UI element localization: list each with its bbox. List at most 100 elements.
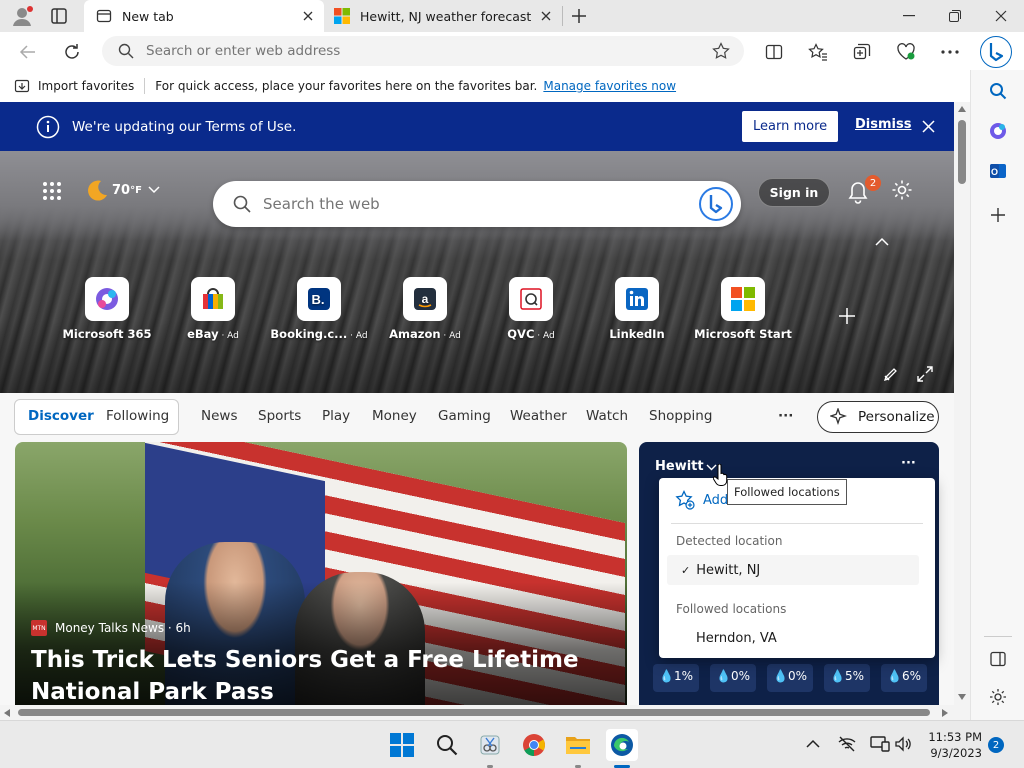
expand-icon[interactable]: [917, 366, 933, 382]
sidebar-copilot-apps-icon[interactable]: [985, 118, 1011, 144]
ebay-bag-icon: [191, 277, 235, 321]
tab-discover[interactable]: Discover: [28, 408, 94, 424]
manage-favorites-link[interactable]: Manage favorites now: [543, 79, 676, 93]
favorite-star-icon[interactable]: [712, 42, 730, 60]
profile-icon[interactable]: [10, 5, 34, 27]
refresh-icon[interactable]: [60, 40, 84, 64]
sign-in-button[interactable]: Sign in: [758, 178, 830, 207]
raindrop-icon: 💧: [716, 669, 731, 683]
customize-background-icon[interactable]: [883, 366, 899, 382]
close-window-icon[interactable]: [978, 0, 1024, 32]
collapse-chevron-up-icon[interactable]: [875, 237, 889, 246]
title-bar: New tab Hewitt, NJ weather forecast | Mi…: [0, 0, 1024, 32]
detected-location-item[interactable]: ✓ Hewitt, NJ: [667, 555, 919, 585]
tab-weather[interactable]: Hewitt, NJ weather forecast | Mic: [324, 0, 562, 32]
copilot-icon[interactable]: [980, 36, 1012, 68]
quick-link-microsoft-start[interactable]: Microsoft Start: [691, 277, 795, 341]
tab-news[interactable]: News: [201, 408, 237, 424]
tab-following[interactable]: Following: [106, 408, 169, 424]
weather-unit: °F: [130, 184, 142, 196]
new-tab-plus-icon[interactable]: [570, 7, 588, 25]
web-search-box[interactable]: [213, 181, 741, 227]
tab-shopping[interactable]: Shopping: [649, 408, 712, 424]
main-story-card[interactable]: MTN Money Talks News · 6h This Trick Let…: [15, 442, 627, 705]
quick-link-microsoft-365[interactable]: Microsoft 365: [55, 277, 159, 341]
file-explorer-icon[interactable]: [562, 729, 594, 761]
add-quick-link-plus-icon[interactable]: [838, 307, 856, 325]
tab-gaming[interactable]: Gaming: [438, 408, 491, 424]
tab-watch[interactable]: Watch: [586, 408, 628, 424]
horizontal-scroll-thumb[interactable]: [18, 709, 930, 716]
source-logo-icon: MTN: [31, 620, 47, 636]
snipping-tool-icon[interactable]: [474, 729, 506, 761]
sidebar-settings-icon[interactable]: [985, 684, 1011, 710]
precip-value: 6%: [901, 669, 921, 683]
tab-close-icon[interactable]: [538, 8, 554, 24]
import-favorites-button[interactable]: Import favorites: [38, 79, 134, 93]
quick-link-qvc[interactable]: QVC · Ad: [479, 277, 583, 341]
display-icon[interactable]: [870, 735, 890, 753]
linkedin-icon: [615, 277, 659, 321]
settings-more-icon[interactable]: [938, 40, 962, 64]
favorites-icon[interactable]: [806, 40, 830, 64]
page-settings-gear-icon[interactable]: [891, 179, 913, 201]
scroll-down-icon[interactable]: [958, 694, 966, 700]
clock[interactable]: 11:53 PM 9/3/2023: [922, 729, 982, 761]
quick-link-amazon[interactable]: a Amazon · Ad: [373, 277, 477, 341]
tab-new-tab[interactable]: New tab: [84, 0, 324, 32]
sidebar-search-icon[interactable]: [985, 78, 1011, 104]
quick-link-booking[interactable]: B. Booking.c... · Ad: [267, 277, 371, 341]
banner-close-icon[interactable]: [922, 120, 935, 133]
quick-link-ebay[interactable]: eBay · Ad: [161, 277, 265, 341]
star-add-icon: [675, 490, 695, 510]
horizontal-scrollbar[interactable]: [0, 705, 954, 720]
minimize-icon[interactable]: [886, 0, 932, 32]
bing-chat-icon[interactable]: [699, 187, 733, 221]
story-headline[interactable]: This Trick Lets Seniors Get a Free Lifet…: [31, 644, 611, 705]
vertical-scrollbar[interactable]: [954, 102, 970, 705]
taskbar-search-icon[interactable]: [431, 729, 463, 761]
back-icon[interactable]: [16, 40, 40, 64]
followed-location-item[interactable]: Herndon, VA: [696, 631, 777, 646]
learn-more-button[interactable]: Learn more: [742, 111, 839, 142]
web-search-input[interactable]: [263, 195, 663, 213]
address-bar[interactable]: [102, 36, 744, 66]
collections-icon[interactable]: [850, 40, 874, 64]
network-offline-icon[interactable]: [838, 735, 856, 753]
browser-essentials-icon[interactable]: [894, 40, 918, 64]
tab-money[interactable]: Money: [372, 408, 417, 424]
tab-play[interactable]: Play: [322, 408, 350, 424]
sidebar-add-icon[interactable]: [985, 202, 1011, 228]
address-input[interactable]: [146, 43, 666, 59]
tab-close-icon[interactable]: [300, 8, 316, 24]
edge-icon[interactable]: [606, 729, 638, 761]
scroll-left-icon[interactable]: [4, 709, 10, 717]
scroll-right-icon[interactable]: [942, 709, 948, 717]
weather-chip[interactable]: 70 °F: [84, 177, 160, 203]
sidebar-hide-icon[interactable]: [985, 646, 1011, 672]
weather-more-button[interactable]: ···: [901, 456, 916, 471]
weather-location[interactable]: Hewitt: [655, 459, 704, 474]
vertical-scroll-thumb[interactable]: [958, 120, 966, 184]
windows-start-icon[interactable]: [386, 729, 418, 761]
chrome-icon[interactable]: [518, 729, 550, 761]
precip-value: 0%: [787, 669, 807, 683]
personalize-button[interactable]: Personalize: [817, 401, 939, 433]
tray-chevron-up-icon[interactable]: [806, 739, 820, 748]
import-favorites-icon[interactable]: [14, 78, 30, 94]
story-source[interactable]: MTN Money Talks News · 6h: [31, 620, 191, 636]
dismiss-link[interactable]: Dismiss: [855, 117, 911, 132]
precip-value: 1%: [673, 669, 693, 683]
apps-grid-icon[interactable]: [42, 181, 62, 201]
nav-more-button[interactable]: ···: [778, 408, 793, 424]
quick-link-linkedin[interactable]: LinkedIn: [585, 277, 689, 341]
tab-sports[interactable]: Sports: [258, 408, 301, 424]
restore-icon[interactable]: [932, 0, 978, 32]
scroll-up-icon[interactable]: [958, 106, 966, 112]
split-screen-icon[interactable]: [762, 40, 786, 64]
notification-center-badge[interactable]: 2: [988, 737, 1004, 753]
tab-actions-icon[interactable]: [50, 7, 70, 25]
tab-weather[interactable]: Weather: [510, 408, 567, 424]
sidebar-outlook-icon[interactable]: O: [985, 158, 1011, 184]
volume-icon[interactable]: [894, 735, 912, 753]
